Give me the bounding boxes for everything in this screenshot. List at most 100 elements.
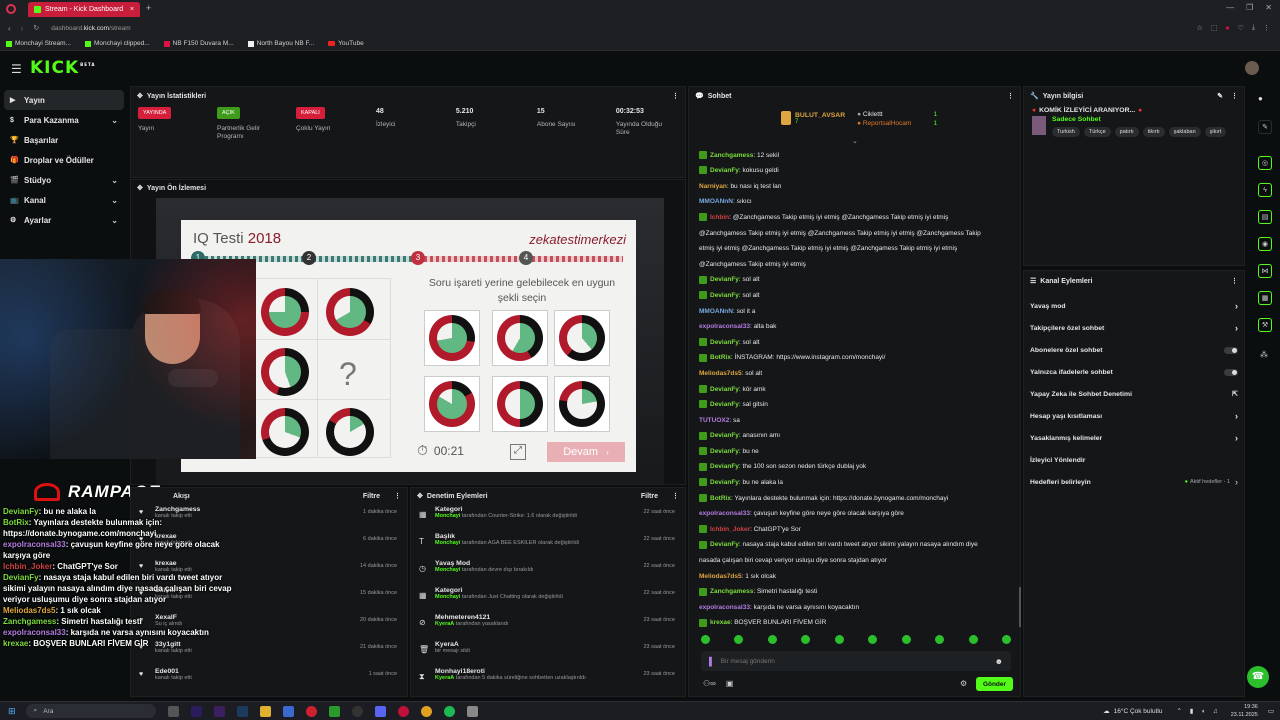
discord-app-icon[interactable] bbox=[374, 705, 386, 717]
gifter-row[interactable]: ● ReportsalHocam 1 bbox=[857, 120, 937, 127]
user-avatar[interactable] bbox=[1245, 61, 1259, 75]
task-view-icon[interactable] bbox=[167, 705, 179, 717]
link-tool-icon[interactable]: ⋈ bbox=[1258, 264, 1272, 278]
sidebar-item[interactable]: ▶ Yayın bbox=[4, 90, 124, 110]
url-field[interactable]: dashboard.kick.com/stream bbox=[51, 25, 130, 32]
chat-username[interactable]: DevianFy bbox=[710, 292, 739, 299]
answer-option[interactable] bbox=[424, 310, 480, 366]
chat-username[interactable]: Zanchgamess bbox=[710, 152, 753, 159]
channel-action-item[interactable]: Yapay Zeka ile Sohbet Denetimi ⇱ bbox=[1024, 383, 1244, 405]
sidebar-item[interactable]: $ Para Kazanma ⌄ bbox=[4, 110, 124, 130]
stream-tag[interactable]: Turkish bbox=[1052, 127, 1080, 137]
stream-info-menu-icon[interactable]: ⋮ bbox=[1231, 92, 1238, 100]
chat-username[interactable]: TUTUOX2 bbox=[699, 417, 729, 424]
kick-logo[interactable]: KICKBETA bbox=[30, 58, 95, 78]
chat-message[interactable]: BotRix: Yayınlara destekte bulunmak için… bbox=[689, 493, 1022, 505]
misc-app-icon[interactable] bbox=[466, 705, 478, 717]
support-chat-icon[interactable]: ☎ bbox=[1247, 666, 1269, 688]
chat-username[interactable]: BotRix bbox=[710, 495, 731, 502]
new-tab-icon[interactable]: + bbox=[146, 3, 151, 13]
browser-logo-icon[interactable] bbox=[6, 4, 16, 14]
answer-option[interactable] bbox=[554, 310, 610, 366]
emote-icon[interactable] bbox=[968, 635, 978, 644]
tray-icons[interactable]: ⌃ ▮ ◖ ♫ bbox=[1176, 707, 1220, 715]
close-window-icon[interactable]: ✕ bbox=[1265, 3, 1272, 12]
emote-icon[interactable] bbox=[1001, 635, 1011, 644]
chat-username[interactable]: krexae bbox=[710, 619, 731, 626]
chat-username[interactable]: Meliodas7ds5 bbox=[699, 370, 742, 377]
bookmark-item[interactable]: NB F150 Duvara M... bbox=[163, 40, 234, 47]
notifications-icon[interactable]: ▭ bbox=[1268, 707, 1274, 715]
reload-icon[interactable]: ↻ bbox=[33, 24, 39, 32]
quiz-next-button[interactable]: Devam › bbox=[547, 442, 625, 462]
chat-message[interactable]: MMOANnN: sol it a bbox=[689, 307, 1022, 318]
channel-action-item[interactable]: Takipçilere özel sohbet › bbox=[1024, 317, 1244, 339]
moderation-row[interactable]: ▦ Kategori Monchayi tarafından Just Chatti… bbox=[411, 585, 685, 612]
chat-message[interactable]: DevianFy: kör amk bbox=[689, 384, 1022, 396]
bookmark-item[interactable]: North Bayou NB F... bbox=[247, 40, 314, 47]
chat-username[interactable]: DevianFy bbox=[710, 276, 739, 283]
clock-time[interactable]: 19:36 bbox=[1231, 703, 1258, 711]
clock-date[interactable]: 23.11.2025 bbox=[1231, 711, 1258, 719]
stream-tag[interactable]: şikırt bbox=[1204, 127, 1227, 137]
chat-input[interactable]: ▌ ☻ bbox=[701, 651, 1011, 671]
moderation-row[interactable]: ◷ Yavaş Mod Monchayi tarafından devre dışı… bbox=[411, 558, 685, 585]
bookmark-item[interactable]: Monchayi Stream... bbox=[6, 40, 71, 47]
channel-action-item[interactable]: İzleyici Yönlendir bbox=[1024, 449, 1244, 471]
chat-users-icon[interactable]: ⚇∞ bbox=[703, 679, 716, 688]
spotify-app-icon[interactable] bbox=[443, 705, 455, 717]
moderation-filter-button[interactable]: Filtre bbox=[641, 493, 658, 500]
chat-username[interactable]: DevianFy bbox=[710, 541, 739, 548]
hamburger-menu-icon[interactable]: ☰ bbox=[11, 62, 22, 76]
chat-message[interactable]: DevianFy: sol alt bbox=[689, 291, 1022, 302]
back-icon[interactable]: ‹ bbox=[8, 24, 11, 33]
chat-message[interactable]: Meliodas7ds5: sol alt bbox=[689, 369, 1022, 380]
category-name[interactable]: Sadece Sohbet bbox=[1052, 116, 1230, 123]
chat-message[interactable]: expolraconsal33: karşıda ne varsa aynısı… bbox=[689, 603, 1022, 614]
stream-tag[interactable]: patırtı bbox=[1114, 127, 1139, 137]
help-icon[interactable]: ● bbox=[1258, 94, 1263, 103]
chat-username[interactable]: DevianFy bbox=[710, 386, 739, 393]
opera-gx-app-icon[interactable] bbox=[397, 705, 409, 717]
store-app-icon[interactable] bbox=[282, 705, 294, 717]
chat-username[interactable]: BotRix bbox=[710, 354, 731, 361]
download-icon[interactable]: ⤓ bbox=[1252, 24, 1255, 32]
channel-action-item[interactable]: Hedefleri belirleyin ● Aktif hedefler - 1 › bbox=[1024, 471, 1244, 493]
chat-username[interactable]: MMOANnN bbox=[699, 308, 733, 315]
chat-username[interactable]: Zanchgamess bbox=[710, 588, 753, 595]
after-effects-app-icon[interactable] bbox=[213, 705, 225, 717]
wrench-tool-icon[interactable]: ⚒ bbox=[1258, 318, 1272, 332]
chat-message[interactable]: DevianFy: the 100 son sezon neden türkçe… bbox=[689, 462, 1022, 473]
chat-message[interactable]: @Zanchgamess Takip etmiş iyi etmiş bbox=[689, 260, 1022, 271]
channel-action-item[interactable]: Abonelere özel sohbet bbox=[1024, 339, 1244, 361]
chat-username[interactable]: Ichbin bbox=[710, 214, 729, 221]
obs-app-icon[interactable] bbox=[351, 705, 363, 717]
sidebar-item[interactable]: 🏆 Başarılar bbox=[4, 130, 124, 150]
emoji-icon[interactable]: ☻ bbox=[995, 657, 1003, 666]
chat-message[interactable]: DevianFy: sol alt bbox=[689, 275, 1022, 286]
chat-scrollbar[interactable] bbox=[1019, 587, 1021, 627]
answer-option[interactable] bbox=[492, 376, 548, 432]
minimize-icon[interactable]: — bbox=[1226, 3, 1234, 12]
bookmark-item[interactable]: Monchayi clipped... bbox=[85, 40, 150, 47]
opera-app-icon[interactable] bbox=[305, 705, 317, 717]
chat-settings-icon[interactable]: ⚙ bbox=[960, 679, 967, 688]
photoshop-app-icon[interactable] bbox=[236, 705, 248, 717]
profile-icon[interactable]: ● bbox=[1225, 25, 1229, 32]
chat-message[interactable]: DevianFy: anasının amı bbox=[689, 431, 1022, 442]
share-icon[interactable]: ⁂ bbox=[1260, 350, 1268, 359]
menu-dots-icon[interactable]: ⋮ bbox=[1263, 24, 1270, 32]
moderation-row[interactable]: T Başlık Monchayi tarafından AGA BEE ESKİL… bbox=[411, 531, 685, 558]
toggle-switch[interactable] bbox=[1224, 368, 1238, 376]
sidebar-item[interactable]: 🎁 Droplar ve Ödüller bbox=[4, 150, 124, 170]
chat-username[interactable]: expolraconsal33 bbox=[699, 323, 750, 330]
chrome-app-icon[interactable] bbox=[420, 705, 432, 717]
chat-input-field[interactable] bbox=[720, 657, 995, 665]
send-button[interactable]: Gönder bbox=[976, 677, 1013, 691]
moderation-row[interactable]: ⧗ Monhayi18eroti KyeraA tarafından 5 dakik… bbox=[411, 666, 685, 693]
tab-close-icon[interactable]: × bbox=[130, 6, 134, 13]
channel-action-item[interactable]: Yavaş mod › bbox=[1024, 295, 1244, 317]
chat-message[interactable]: MMOANnN: sıkıcı bbox=[689, 197, 1022, 208]
activity-row[interactable]: ♥ Ede001 kanalı takip etti 1 saat önce bbox=[131, 666, 407, 693]
weather-text[interactable]: 16°C Çok bulutlu bbox=[1114, 708, 1163, 715]
